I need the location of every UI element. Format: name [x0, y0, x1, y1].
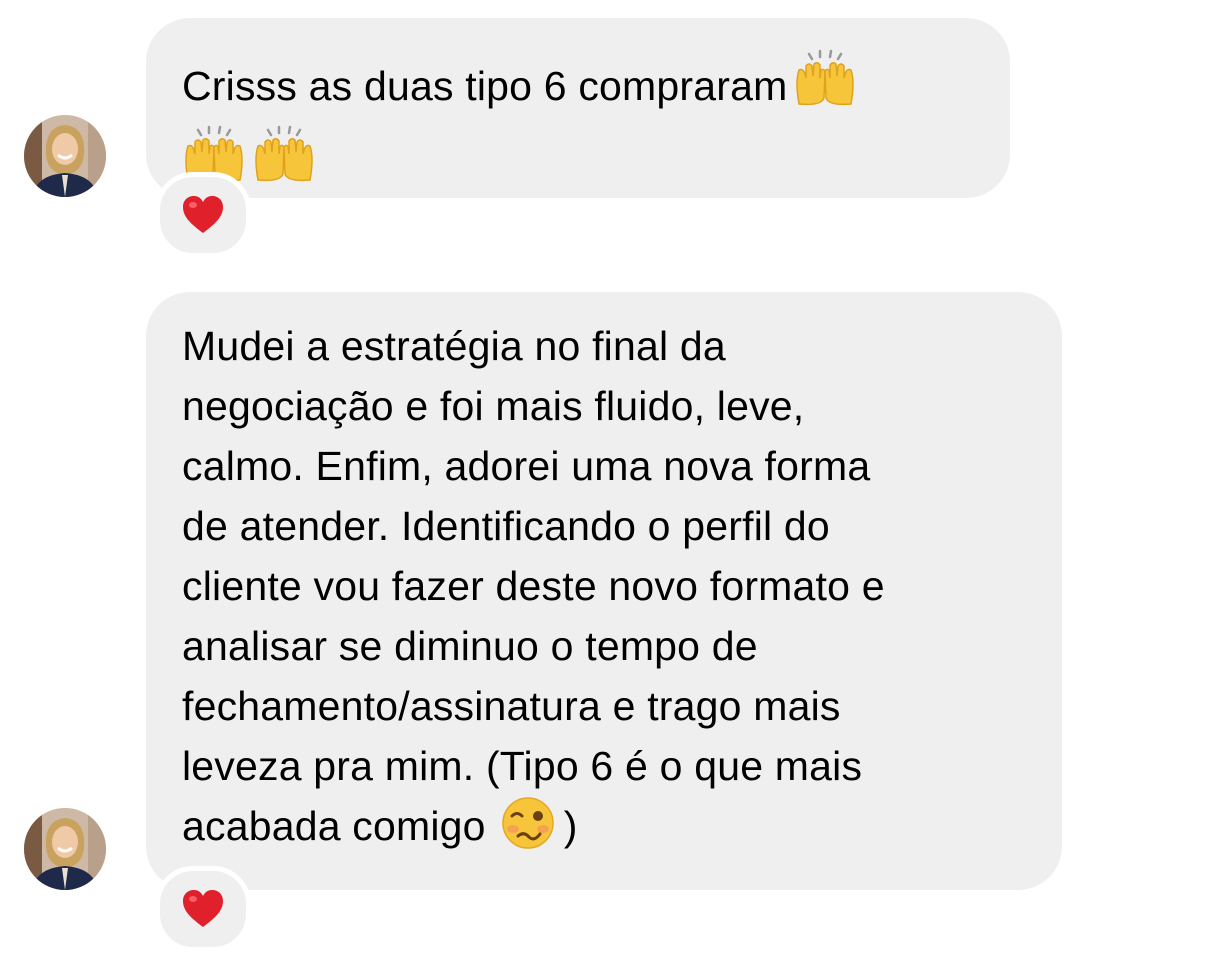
- message-line: fechamento/assinatura e trago mais: [182, 683, 841, 729]
- message-line: leveza pra mim. (Tipo 6 é o que mais: [182, 743, 863, 789]
- message-text: ): [563, 803, 578, 849]
- sender-avatar[interactable]: [24, 808, 106, 890]
- chat-thread: Crisss as duas tipo 6 compraram Mudei a …: [0, 0, 1218, 954]
- woozy-face-emoji: [500, 796, 556, 866]
- avatar-photo: [24, 115, 106, 197]
- message-text: acabada comigo: [182, 803, 486, 849]
- message-line: acabada comigo ): [182, 796, 1026, 866]
- sender-avatar[interactable]: [24, 115, 106, 197]
- message-line: [182, 124, 974, 200]
- raising-hands-emoji: [793, 48, 857, 124]
- message-line: calmo. Enfim, adorei uma nova forma: [182, 443, 871, 489]
- raising-hands-emoji: [252, 124, 316, 200]
- avatar-photo: [24, 808, 106, 890]
- message-bubble[interactable]: Mudei a estratégia no final da negociaçã…: [146, 292, 1062, 890]
- message-line: Crisss as duas tipo 6 compraram: [182, 48, 974, 124]
- heart-icon: [183, 196, 223, 233]
- message-line: negociação e foi mais fluido, leve,: [182, 383, 805, 429]
- message-bubble[interactable]: Crisss as duas tipo 6 compraram: [146, 18, 1010, 198]
- message-line: analisar se diminuo o tempo de: [182, 623, 758, 669]
- message-line: Mudei a estratégia no final da: [182, 323, 726, 369]
- message-line: de atender. Identificando o perfil do: [182, 503, 830, 549]
- heart-icon: [183, 890, 223, 927]
- message-text: Crisss as duas tipo 6 compraram: [182, 63, 788, 109]
- heart-reaction-icon[interactable]: [155, 866, 251, 952]
- heart-reaction-icon[interactable]: [155, 172, 251, 258]
- message-line: cliente vou fazer deste novo formato e: [182, 563, 885, 609]
